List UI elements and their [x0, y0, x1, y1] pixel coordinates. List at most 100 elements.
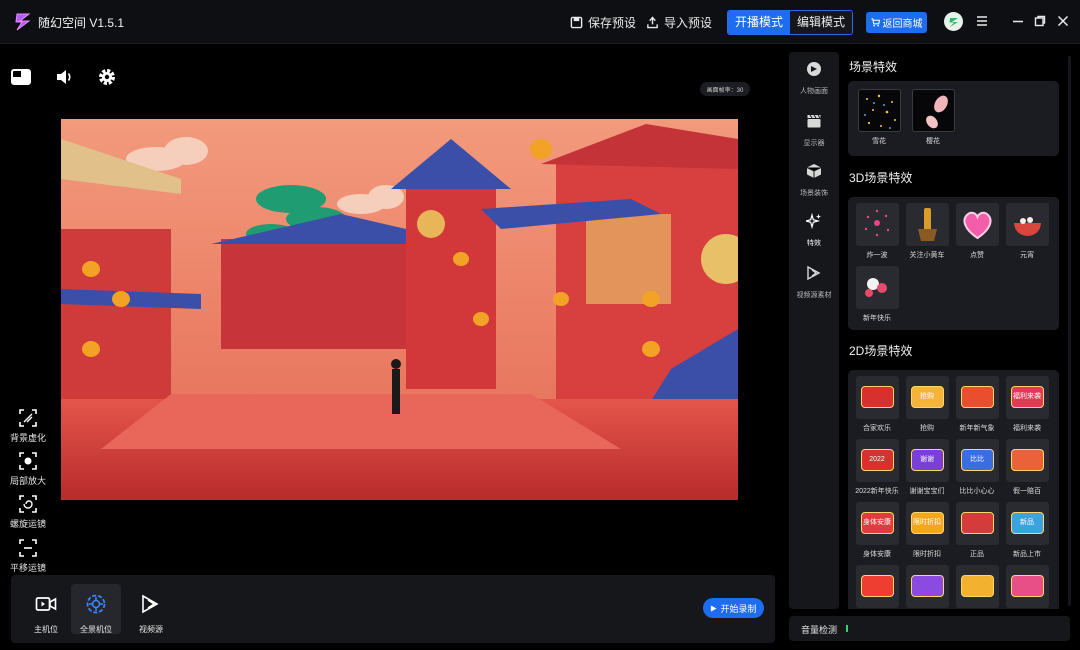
local-zoom-tool[interactable]: 局部放大 — [8, 451, 48, 487]
background-blur-label: 背景虚化 — [9, 433, 46, 443]
effect-tile[interactable]: 抢购 抢购 — [904, 376, 950, 433]
nav-person-view[interactable]: 人物画面 — [789, 61, 839, 98]
firework-icon — [864, 209, 889, 237]
main-camera-label: 主机位 — [34, 625, 58, 634]
effect-tile[interactable]: 正品 — [954, 502, 1000, 559]
user-avatar[interactable] — [944, 12, 963, 31]
start-recording-label: 开始录制 — [720, 603, 757, 614]
menu-icon[interactable] — [975, 14, 989, 28]
effect-tile[interactable]: 关注小黄车 — [904, 203, 950, 260]
maximize-icon[interactable] — [1033, 14, 1047, 28]
effect-label: 新年新气象 — [959, 425, 995, 432]
sticker-badge: 新品 — [1010, 512, 1044, 534]
heart-icon — [963, 211, 991, 240]
panel-scrollbar[interactable] — [1068, 56, 1071, 606]
effects-panel: 场景特效 雪花 樱花 3D场景特效 炸一波 关注小黄车 点赞 元宵 新年快乐 2… — [840, 52, 1066, 609]
yellow-cart-icon — [917, 208, 937, 241]
sticker-badge — [1010, 575, 1044, 597]
main-camera-button[interactable]: 主机位 — [21, 584, 71, 634]
panorama-camera-label: 全景机位 — [80, 625, 112, 634]
effect-tile[interactable]: 福利来袭 福利来袭 — [1004, 376, 1050, 433]
save-preset-button[interactable]: 保存预设 — [570, 14, 636, 31]
nav-effects-label: 特效 — [807, 240, 821, 247]
pan-camera-label: 平移运镜 — [9, 563, 46, 573]
effect-tile[interactable]: 合家欢乐 — [854, 376, 900, 433]
video-camera-icon — [35, 597, 57, 611]
save-preset-label: 保存预设 — [588, 16, 637, 30]
effect-thumb — [855, 565, 899, 608]
effect-label: 福利来袭 — [1013, 425, 1041, 432]
gear-icon[interactable] — [97, 67, 117, 87]
effect-tile[interactable] — [954, 565, 1000, 609]
sticker-badge — [960, 386, 994, 408]
pan-camera-icon — [19, 539, 37, 557]
sticker-badge: 谢谢 — [910, 449, 944, 471]
minimize-icon[interactable] — [1011, 14, 1025, 28]
spiral-camera-tool[interactable]: 螺旋运镜 — [8, 494, 48, 530]
petals-icon — [925, 95, 948, 129]
back-to-shop-button[interactable]: 返回商城 — [866, 12, 927, 33]
effect-thumb — [1005, 203, 1049, 246]
nav-video-source[interactable]: 视频源素材 — [789, 265, 839, 302]
scene-preview[interactable] — [61, 119, 738, 500]
effect-tile[interactable] — [854, 565, 900, 609]
effect-tile[interactable]: 假一赔百 — [1004, 439, 1050, 496]
effect-tile[interactable]: 新品 新品上市 — [1004, 502, 1050, 559]
live-mode-tab[interactable]: 开播模式 — [728, 11, 791, 34]
nav-effects[interactable]: 特效 — [789, 213, 839, 250]
effect-tile[interactable]: 新年快乐 — [854, 266, 900, 323]
effect-thumb — [955, 203, 999, 246]
layout-icon[interactable] — [11, 67, 31, 87]
cube-icon — [806, 164, 822, 178]
effect-label: 合家欢乐 — [863, 425, 891, 432]
blur-frame-icon — [19, 409, 37, 427]
nav-scene-decor[interactable]: 场景装饰 — [789, 163, 839, 200]
effect-tile[interactable]: 雪花 — [856, 89, 902, 146]
effect-label: 点赞 — [970, 252, 984, 259]
effect-tile[interactable]: 谢谢 谢谢宝宝们 — [904, 439, 950, 496]
panorama-camera-button[interactable]: 全景机位 — [71, 584, 121, 634]
edit-mode-tab[interactable]: 编辑模式 — [790, 11, 853, 34]
effect-thumb — [955, 565, 999, 608]
effect-label: 身体安康 — [863, 551, 891, 558]
effect-tile[interactable]: 炸一波 — [854, 203, 900, 260]
effect-label: 元宵 — [1020, 252, 1034, 259]
effect-tile[interactable]: 身体安康 身体安康 — [854, 502, 900, 559]
effect-tile[interactable] — [1004, 565, 1050, 609]
sticker-badge: 身体安康 — [860, 512, 894, 534]
volume-level-bar — [846, 625, 848, 632]
scene-effects-title: 场景特效 — [849, 60, 898, 74]
nav-person-label: 人物画面 — [800, 88, 828, 95]
spiral-camera-icon — [19, 495, 37, 513]
effect-thumb: 福利来袭 — [1005, 376, 1049, 419]
effect-tile[interactable] — [904, 565, 950, 609]
balloons-icon — [864, 278, 887, 297]
effect-thumb — [905, 203, 949, 246]
effect-tile[interactable]: 2022 2022新年快乐 — [854, 439, 900, 496]
frame-rate-badge: 画面帧率：30 — [700, 82, 750, 96]
effect-label: 新品上市 — [1013, 551, 1041, 558]
close-icon[interactable] — [1056, 14, 1070, 28]
effect-tile[interactable]: 限时折扣 限时折扣 — [904, 502, 950, 559]
background-blur-tool[interactable]: 背景虚化 — [8, 408, 48, 444]
effect-tile[interactable]: 新年新气象 — [954, 376, 1000, 433]
video-source-button[interactable]: 视频源 — [126, 584, 176, 634]
speaker-icon[interactable] — [54, 67, 74, 87]
nav-display[interactable]: 显示器 — [789, 113, 839, 150]
sticker-badge — [910, 575, 944, 597]
effect-tile[interactable]: 元宵 — [1004, 203, 1050, 260]
effect-tile[interactable]: 点赞 — [954, 203, 1000, 260]
bowl-icon — [1013, 217, 1041, 236]
camera-bar: 主机位 全景机位 视频源 开始录制 — [11, 575, 775, 643]
effect-tile[interactable]: 樱花 — [910, 89, 956, 146]
local-zoom-label: 局部放大 — [9, 476, 46, 486]
import-preset-button[interactable]: 导入预设 — [646, 14, 712, 31]
effect-tile[interactable]: 比比 比比小心心 — [954, 439, 1000, 496]
scene-effects-card: 雪花 樱花 — [848, 81, 1059, 156]
app-title: 随幻空间 V1.5.1 — [38, 16, 125, 30]
sticker-badge: 2022 — [860, 449, 894, 471]
pan-camera-tool[interactable]: 平移运镜 — [8, 538, 48, 574]
effect-label: 炸一波 — [866, 252, 888, 259]
start-recording-button[interactable]: 开始录制 — [703, 598, 764, 618]
effect-label: 新年快乐 — [863, 315, 891, 322]
